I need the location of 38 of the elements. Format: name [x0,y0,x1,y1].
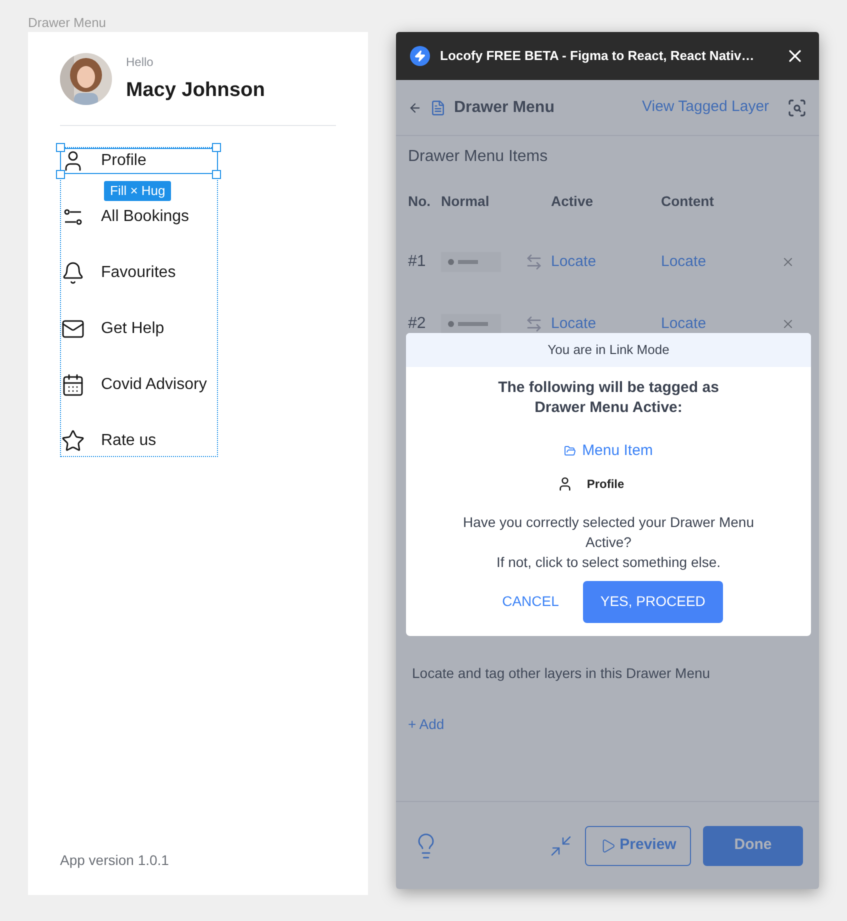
view-tagged-layer-link[interactable]: View Tagged Layer [642,96,770,119]
size-badge: Fill × Hug [104,181,172,201]
column-header: Normal [441,192,490,211]
frame-label: Drawer Menu [28,14,108,32]
window-title: Locofy FREE BETA - Figma to React, React Nativ… [440,47,756,66]
app-version: App version 1.0.1 [60,851,170,870]
row-number: #1 [408,252,427,272]
proceed-button[interactable]: YES, PROCEED [582,580,723,622]
locate-link[interactable]: Locate [551,312,661,336]
menu-item[interactable]: Covid Advisory [60,372,218,398]
done-button[interactable]: Done [703,826,803,866]
section-title: Drawer Menu Items [407,147,549,167]
column-header: No. [408,192,432,211]
group-link[interactable]: Menu Item [582,440,653,462]
menu-item[interactable]: Get Help [60,316,218,342]
user-name: Macy Johnson [126,78,265,103]
dialog-heading: Drawer Menu Active: [534,398,682,418]
menu-item[interactable]: Profile [60,148,218,174]
mode-banner: You are in Link Mode [406,333,811,367]
column-header: Active [551,192,594,211]
column-header: Content [661,192,715,211]
menu-item[interactable]: Rate us [60,428,218,454]
locate-link[interactable]: Locate [661,312,781,336]
greeting: Hello [126,54,154,71]
menu-item[interactable]: Favourites [60,260,218,286]
row-number: #2 [408,314,427,334]
menu-item[interactable]: All Bookings [60,204,218,230]
dialog-heading: The following will be tagged as [498,378,719,398]
locate-link[interactable]: Locate [551,250,661,274]
hint-text: Locate and tag other layers in this Drawer Menu [411,664,712,683]
note-text: If not, click to select something else. [496,552,721,572]
panel-title: Drawer Menu [454,98,556,118]
question-text: Have you correctly selected your Drawer Menu Active? [462,512,755,552]
preview-button[interactable]: Preview [585,826,691,866]
cancel-button[interactable]: CANCEL [494,580,567,622]
layer-name: Profile [586,476,624,492]
add-link[interactable]: + Add [396,714,819,735]
locate-link[interactable]: Locate [661,250,781,274]
